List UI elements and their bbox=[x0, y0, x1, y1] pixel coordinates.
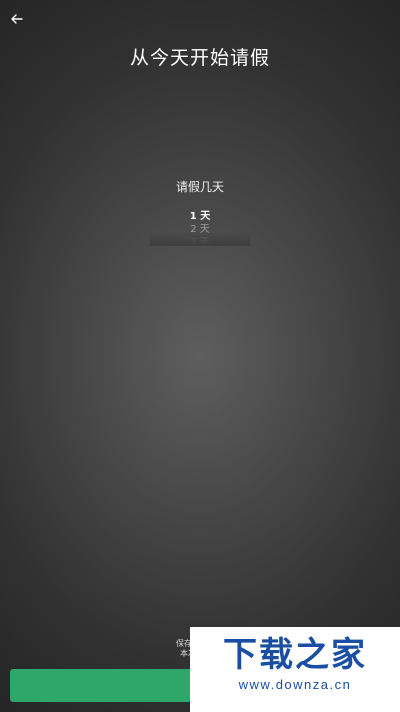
day-option-1[interactable]: 1 天 bbox=[150, 210, 250, 223]
back-button[interactable] bbox=[6, 8, 28, 30]
page-title: 从今天开始请假 bbox=[129, 47, 270, 69]
watermark-logo: 下载之家 bbox=[223, 635, 367, 675]
watermark-url: www.downza.cn bbox=[238, 677, 352, 692]
picker-fade bbox=[150, 232, 250, 246]
leave-days-label: 请假几天 bbox=[175, 180, 224, 194]
leave-days-picker[interactable]: 1 天 2 天 3 天 bbox=[150, 210, 250, 246]
arrow-left-icon bbox=[11, 14, 23, 24]
watermark-overlay: 下载之家 www.downza.cn bbox=[190, 627, 400, 712]
